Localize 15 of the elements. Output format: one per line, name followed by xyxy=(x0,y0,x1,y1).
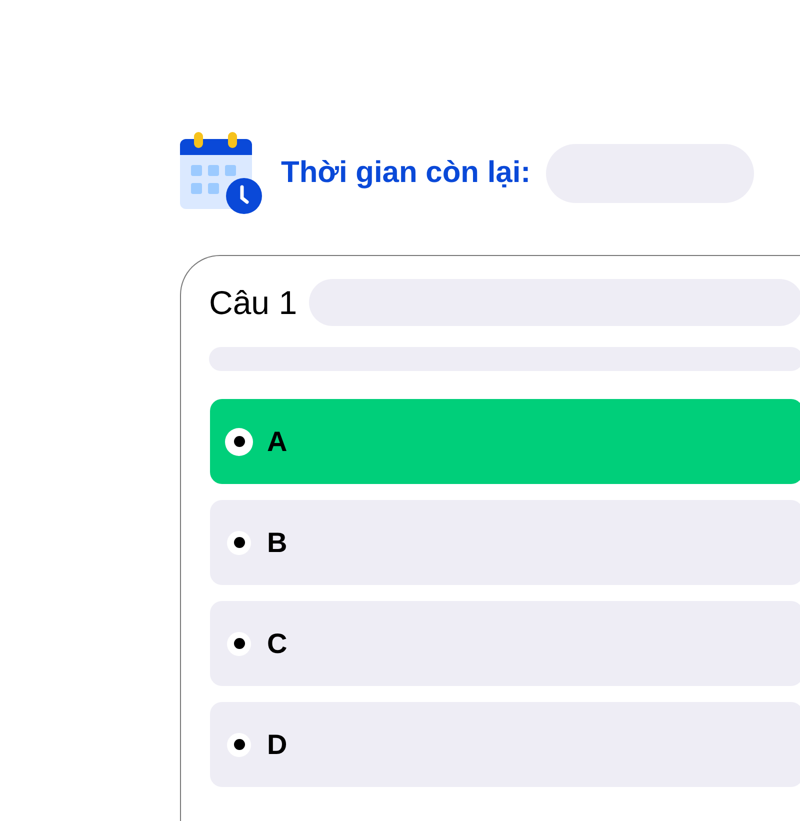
calendar-clock-icon xyxy=(179,131,263,215)
option-label: D xyxy=(267,728,288,760)
question-title: Câu 1 xyxy=(209,284,298,322)
option-label: C xyxy=(267,628,288,660)
answer-option[interactable]: C xyxy=(210,601,800,686)
option-label: A xyxy=(267,426,288,458)
answer-option[interactable]: B xyxy=(210,500,800,585)
option-label: B xyxy=(267,526,288,558)
radio-button[interactable] xyxy=(227,632,251,656)
answer-option[interactable]: A xyxy=(210,399,800,484)
timer-label: Thời gian còn lại: xyxy=(281,156,531,190)
radio-button[interactable] xyxy=(227,530,251,554)
radio-button[interactable] xyxy=(225,428,253,456)
answer-option[interactable]: D xyxy=(210,702,800,787)
radio-button[interactable] xyxy=(227,732,251,756)
